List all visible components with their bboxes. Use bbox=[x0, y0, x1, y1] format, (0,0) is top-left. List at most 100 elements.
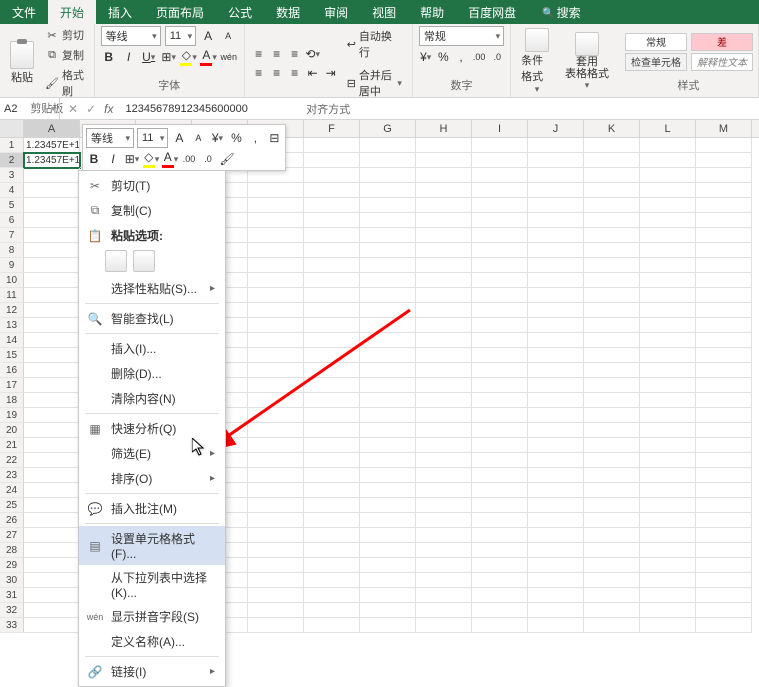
cell-G33[interactable] bbox=[360, 618, 416, 633]
cell-A19[interactable] bbox=[24, 408, 80, 423]
cell-L23[interactable] bbox=[640, 468, 696, 483]
conditional-format-button[interactable]: 条件格式 bbox=[517, 26, 557, 97]
cell-F27[interactable] bbox=[304, 528, 360, 543]
cell-J17[interactable] bbox=[528, 378, 584, 393]
mini-accounting[interactable]: ¥ bbox=[209, 130, 225, 146]
mini-increase-font[interactable]: A bbox=[171, 130, 187, 146]
cell-L3[interactable] bbox=[640, 168, 696, 183]
cell-M15[interactable] bbox=[696, 348, 752, 363]
mini-fill-color[interactable]: ◇ bbox=[143, 151, 159, 167]
cell-H18[interactable] bbox=[416, 393, 472, 408]
cell-I3[interactable] bbox=[472, 168, 528, 183]
search-box[interactable]: 搜索 bbox=[530, 0, 592, 24]
cell-K13[interactable] bbox=[584, 318, 640, 333]
cell-J3[interactable] bbox=[528, 168, 584, 183]
cell-F21[interactable] bbox=[304, 438, 360, 453]
cell-A5[interactable] bbox=[24, 198, 80, 213]
cell-G24[interactable] bbox=[360, 483, 416, 498]
row-header-1[interactable]: 1 bbox=[0, 138, 24, 153]
cell-J5[interactable] bbox=[528, 198, 584, 213]
cell-I16[interactable] bbox=[472, 363, 528, 378]
cell-F4[interactable] bbox=[304, 183, 360, 198]
bold-button[interactable]: B bbox=[101, 49, 117, 65]
cell-A20[interactable] bbox=[24, 423, 80, 438]
cell-J23[interactable] bbox=[528, 468, 584, 483]
cell-I22[interactable] bbox=[472, 453, 528, 468]
row-header-10[interactable]: 10 bbox=[0, 273, 24, 288]
cell-K18[interactable] bbox=[584, 393, 640, 408]
row-header-27[interactable]: 27 bbox=[0, 528, 24, 543]
cell-G32[interactable] bbox=[360, 603, 416, 618]
cell-F17[interactable] bbox=[304, 378, 360, 393]
cell-I4[interactable] bbox=[472, 183, 528, 198]
cell-L12[interactable] bbox=[640, 303, 696, 318]
row-header-28[interactable]: 28 bbox=[0, 543, 24, 558]
cell-M19[interactable] bbox=[696, 408, 752, 423]
row-header-16[interactable]: 16 bbox=[0, 363, 24, 378]
cell-E25[interactable] bbox=[248, 498, 304, 513]
cell-H24[interactable] bbox=[416, 483, 472, 498]
cell-A29[interactable] bbox=[24, 558, 80, 573]
row-header-11[interactable]: 11 bbox=[0, 288, 24, 303]
cell-A24[interactable] bbox=[24, 483, 80, 498]
mini-merge[interactable]: ⊟ bbox=[266, 130, 282, 146]
cell-J21[interactable] bbox=[528, 438, 584, 453]
cell-M27[interactable] bbox=[696, 528, 752, 543]
cell-E15[interactable] bbox=[248, 348, 304, 363]
cell-K15[interactable] bbox=[584, 348, 640, 363]
cell-F3[interactable] bbox=[304, 168, 360, 183]
cm-delete[interactable]: 删除(D)... bbox=[79, 361, 225, 386]
cell-L27[interactable] bbox=[640, 528, 696, 543]
cell-F15[interactable] bbox=[304, 348, 360, 363]
cell-L28[interactable] bbox=[640, 543, 696, 558]
cell-H4[interactable] bbox=[416, 183, 472, 198]
col-header-G[interactable]: G bbox=[360, 120, 416, 137]
percent-button[interactable]: % bbox=[437, 49, 451, 65]
comma-button[interactable]: , bbox=[454, 49, 468, 65]
cell-F28[interactable] bbox=[304, 543, 360, 558]
cell-M10[interactable] bbox=[696, 273, 752, 288]
cell-E21[interactable] bbox=[248, 438, 304, 453]
row-header-29[interactable]: 29 bbox=[0, 558, 24, 573]
cell-E4[interactable] bbox=[248, 183, 304, 198]
cell-M32[interactable] bbox=[696, 603, 752, 618]
cell-E11[interactable] bbox=[248, 288, 304, 303]
cm-format-cells[interactable]: ▤设置单元格格式(F)... bbox=[79, 526, 225, 565]
row-header-20[interactable]: 20 bbox=[0, 423, 24, 438]
cell-L8[interactable] bbox=[640, 243, 696, 258]
tab-review[interactable]: 审阅 bbox=[312, 0, 360, 24]
cell-E27[interactable] bbox=[248, 528, 304, 543]
cm-define-name[interactable]: 定义名称(A)... bbox=[79, 629, 225, 654]
cell-A32[interactable] bbox=[24, 603, 80, 618]
cell-G6[interactable] bbox=[360, 213, 416, 228]
cell-K10[interactable] bbox=[584, 273, 640, 288]
cell-E30[interactable] bbox=[248, 573, 304, 588]
col-header-L[interactable]: L bbox=[640, 120, 696, 137]
cell-I24[interactable] bbox=[472, 483, 528, 498]
cell-H31[interactable] bbox=[416, 588, 472, 603]
cell-L9[interactable] bbox=[640, 258, 696, 273]
cell-F18[interactable] bbox=[304, 393, 360, 408]
cell-K2[interactable] bbox=[584, 153, 640, 168]
cell-G21[interactable] bbox=[360, 438, 416, 453]
cell-E19[interactable] bbox=[248, 408, 304, 423]
row-header-17[interactable]: 17 bbox=[0, 378, 24, 393]
cell-K28[interactable] bbox=[584, 543, 640, 558]
cell-H23[interactable] bbox=[416, 468, 472, 483]
cell-K31[interactable] bbox=[584, 588, 640, 603]
cell-I23[interactable] bbox=[472, 468, 528, 483]
row-header-9[interactable]: 9 bbox=[0, 258, 24, 273]
paste-option-1[interactable] bbox=[105, 250, 127, 272]
cell-G17[interactable] bbox=[360, 378, 416, 393]
cell-G23[interactable] bbox=[360, 468, 416, 483]
wrap-text-button[interactable]: ↩自动换行 bbox=[343, 26, 406, 62]
cell-J15[interactable] bbox=[528, 348, 584, 363]
cell-K22[interactable] bbox=[584, 453, 640, 468]
cell-L24[interactable] bbox=[640, 483, 696, 498]
cell-E10[interactable] bbox=[248, 273, 304, 288]
border-button[interactable]: ⊞ bbox=[161, 49, 177, 65]
cell-I12[interactable] bbox=[472, 303, 528, 318]
indent-decrease-button[interactable]: ⇤ bbox=[305, 65, 321, 81]
cell-I14[interactable] bbox=[472, 333, 528, 348]
cell-A22[interactable] bbox=[24, 453, 80, 468]
